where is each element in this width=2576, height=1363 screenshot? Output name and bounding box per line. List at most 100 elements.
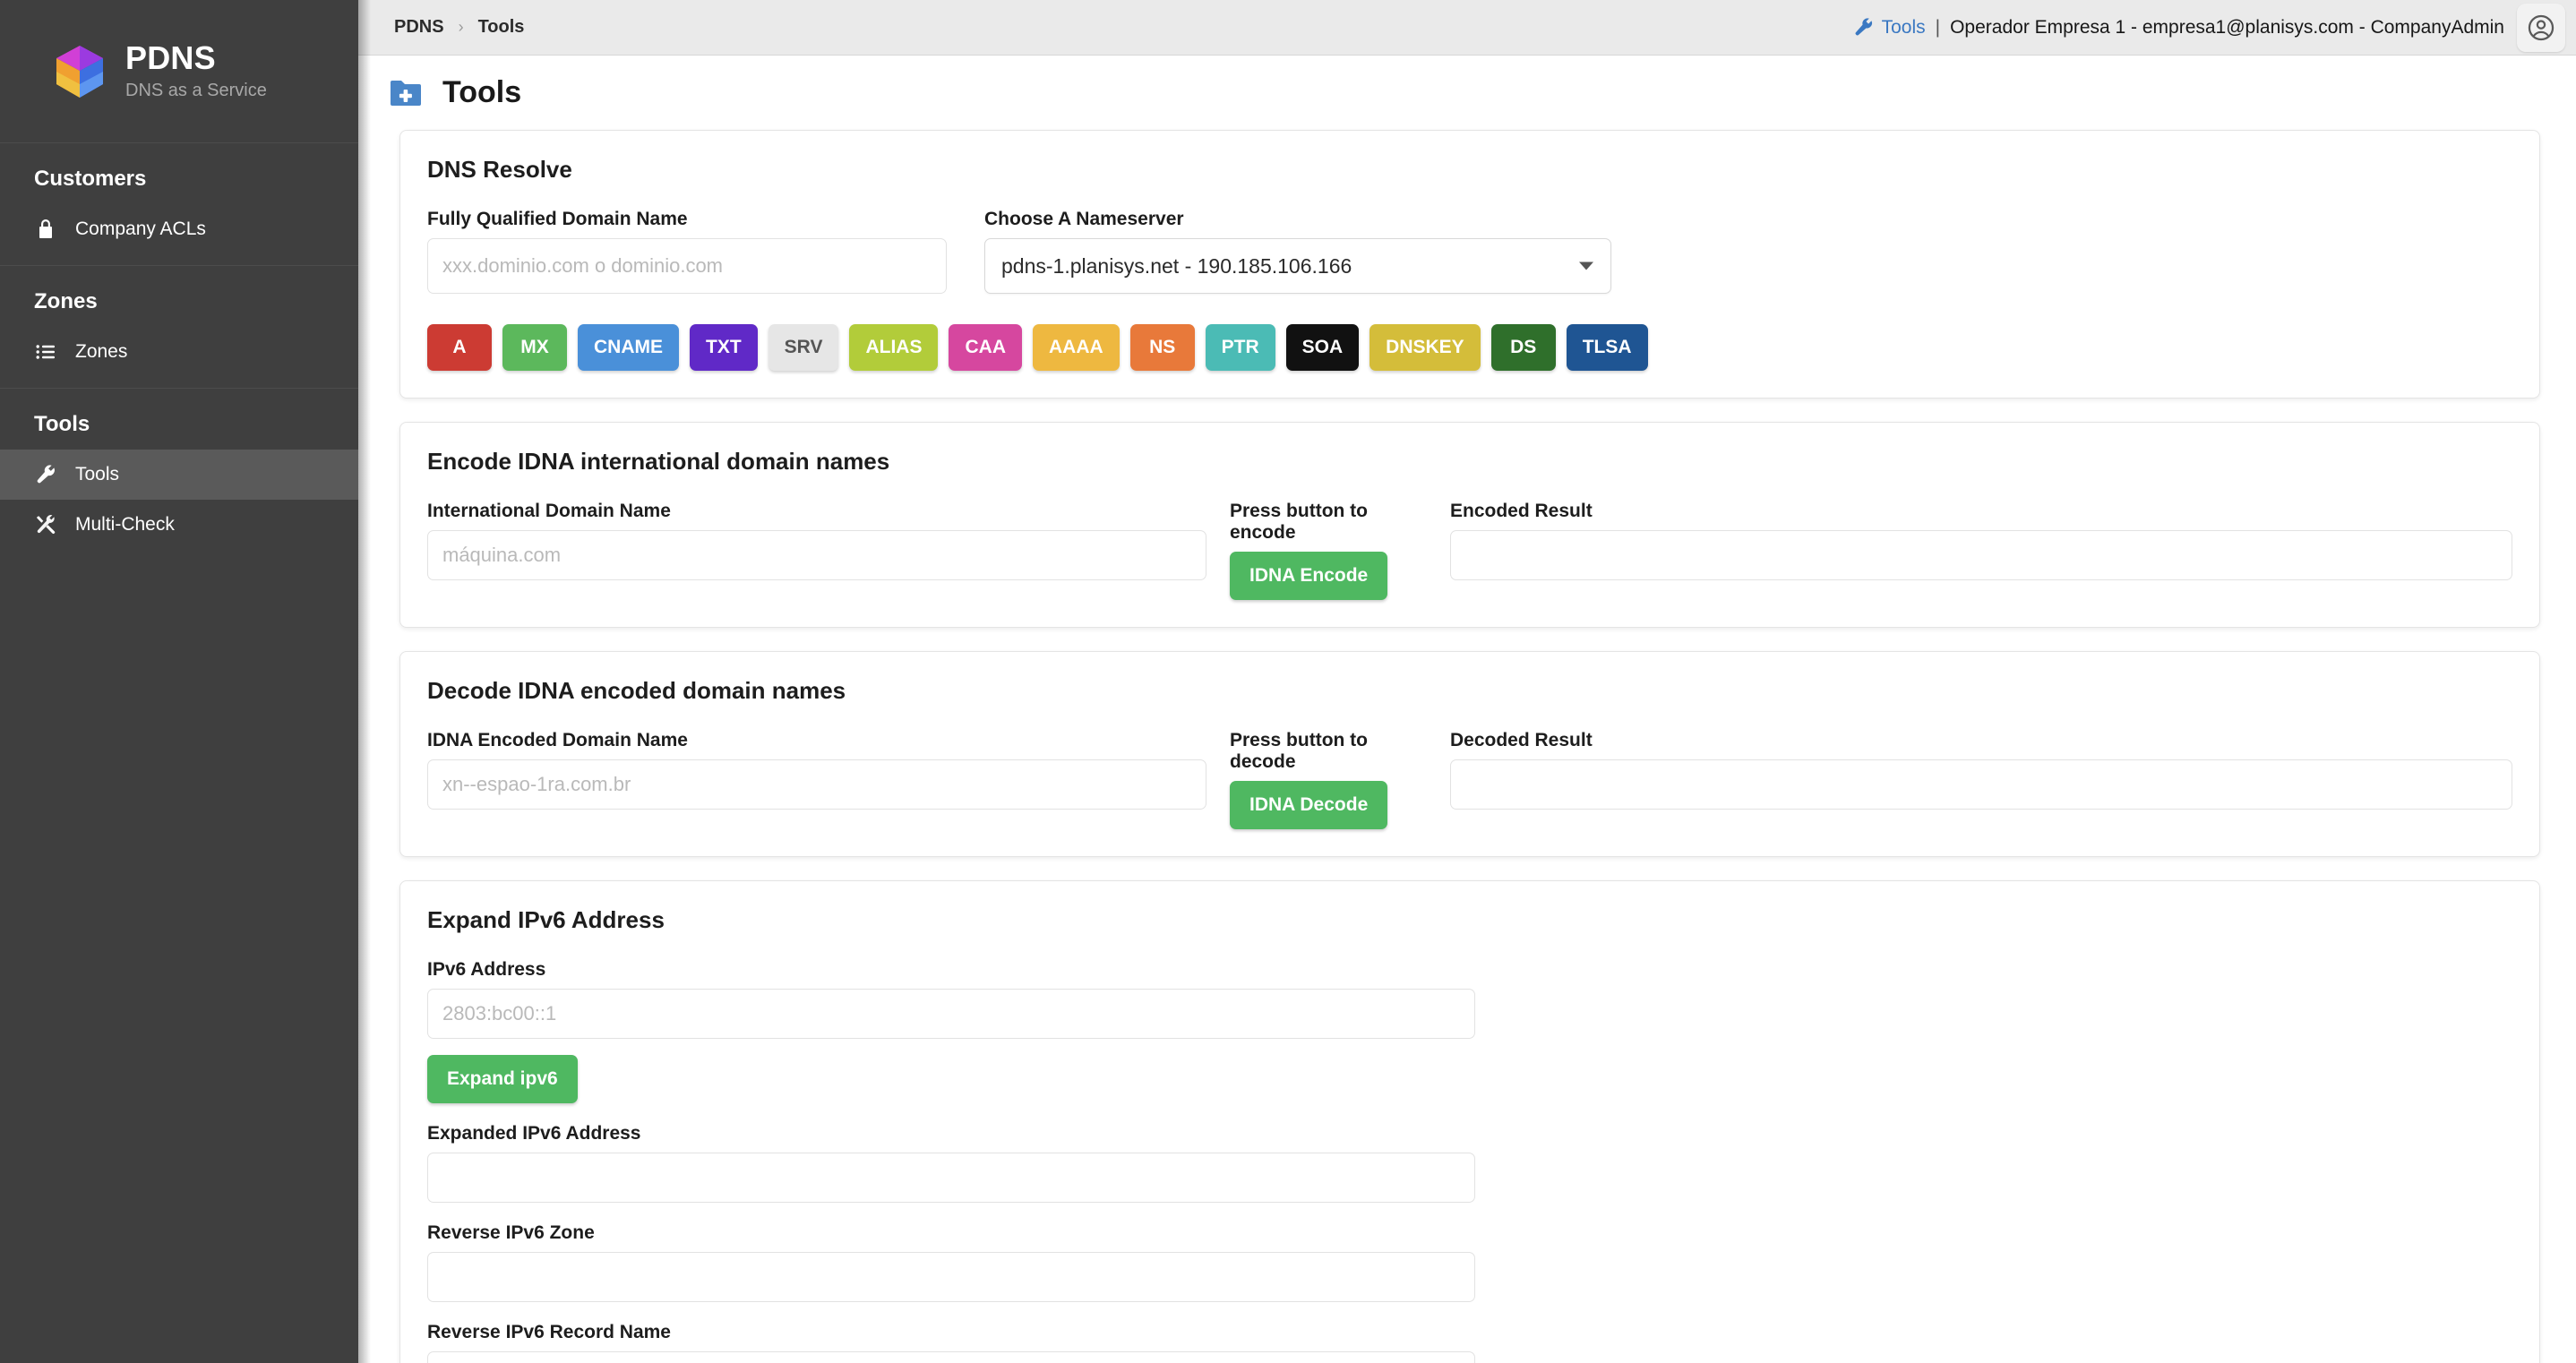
breadcrumb: PDNS › Tools (394, 17, 524, 38)
expand-ipv6-title: Expand IPv6 Address (427, 906, 2512, 934)
user-session-info: Tools | Operador Empresa 1 - empresa1@pl… (1853, 17, 2504, 39)
wrench-icon (34, 463, 57, 486)
page-title: Tools (442, 75, 521, 110)
ipv6-reverse-record-label: Reverse IPv6 Record Name (427, 1322, 1475, 1343)
wrench-icon (1853, 17, 1874, 38)
record-type-button-txt[interactable]: TXT (690, 324, 758, 371)
idna-encode-button-group: Press button to encode IDNA Encode (1230, 501, 1427, 600)
nav-heading-customers: Customers (0, 143, 358, 204)
sidebar-item-tools[interactable]: Tools (0, 450, 358, 500)
idna-encode-input-group: International Domain Name (427, 501, 1206, 580)
cube-logo-icon (54, 44, 106, 99)
page-header: Tools (358, 56, 2576, 130)
breadcrumb-root[interactable]: PDNS (394, 17, 444, 38)
idna-encode-card: Encode IDNA international domain names I… (399, 422, 2540, 628)
record-type-button-srv[interactable]: SRV (769, 324, 839, 371)
nameserver-label: Choose A Nameserver (984, 209, 1611, 230)
ipv6-address-input[interactable] (427, 989, 1475, 1039)
lock-icon (34, 218, 57, 241)
idna-decode-result-label: Decoded Result (1450, 730, 2512, 751)
sidebar-item-label: Zones (75, 341, 127, 363)
idna-encode-result-label: Encoded Result (1450, 501, 2512, 522)
record-type-button-a[interactable]: A (427, 324, 492, 371)
ipv6-reverse-record-group: Reverse IPv6 Record Name (427, 1322, 1475, 1363)
nav-heading-tools: Tools (0, 389, 358, 450)
record-type-button-aaaa[interactable]: AAAA (1033, 324, 1120, 371)
idna-encode-input[interactable] (427, 530, 1206, 580)
app-root: PDNS DNS as a Service Customers Company … (0, 0, 2576, 1363)
ipv6-address-group: IPv6 Address (427, 959, 1475, 1039)
fqdn-input[interactable] (427, 238, 947, 294)
idna-decode-result-field[interactable] (1450, 759, 2512, 810)
ipv6-expanded-label: Expanded IPv6 Address (427, 1123, 1475, 1144)
idna-decode-title: Decode IDNA encoded domain names (427, 677, 2512, 705)
topbar: PDNS › Tools Tools | Operador Empresa 1 … (358, 0, 2576, 56)
record-type-button-tlsa[interactable]: TLSA (1567, 324, 1648, 371)
record-type-button-ptr[interactable]: PTR (1206, 324, 1275, 371)
topbar-user-text: Operador Empresa 1 - empresa1@planisys.c… (1950, 17, 2504, 39)
chevron-right-icon: › (459, 18, 464, 37)
record-type-button-soa[interactable]: SOA (1286, 324, 1360, 371)
sidebar-item-label: Tools (75, 464, 119, 485)
idna-encode-input-label: International Domain Name (427, 501, 1206, 522)
ipv6-reverse-record-field[interactable] (427, 1351, 1475, 1363)
nav-heading-zones: Zones (0, 266, 358, 327)
nav-group-customers: Customers Company ACLs (0, 143, 358, 266)
idna-decode-input-label: IDNA Encoded Domain Name (427, 730, 1206, 751)
idna-decode-button-caption: Press button to decode (1230, 730, 1427, 773)
sidebar-item-company-acls[interactable]: Company ACLs (0, 204, 358, 254)
breadcrumb-current[interactable]: Tools (478, 17, 525, 38)
idna-decode-input-group: IDNA Encoded Domain Name (427, 730, 1206, 810)
record-type-button-alias[interactable]: ALIAS (849, 324, 938, 371)
idna-decode-button[interactable]: IDNA Decode (1230, 781, 1387, 829)
brand-subtitle: DNS as a Service (125, 79, 267, 102)
idna-encode-button-caption: Press button to encode (1230, 501, 1427, 544)
main-area: PDNS › Tools Tools | Operador Empresa 1 … (358, 0, 2576, 1363)
idna-encode-result-group: Encoded Result (1450, 501, 2512, 580)
fqdn-label: Fully Qualified Domain Name (427, 209, 947, 230)
idna-encode-button[interactable]: IDNA Encode (1230, 552, 1387, 600)
brand-title: PDNS (125, 40, 267, 76)
record-type-button-caa[interactable]: CAA (949, 324, 1022, 371)
user-circle-icon[interactable] (2517, 4, 2565, 52)
sidebar-item-label: Company ACLs (75, 219, 206, 240)
list-icon (34, 340, 57, 364)
ipv6-address-label: IPv6 Address (427, 959, 1475, 981)
record-type-button-dnskey[interactable]: DNSKEY (1370, 324, 1481, 371)
sidebar-item-zones[interactable]: Zones (0, 327, 358, 377)
ipv6-expanded-field[interactable] (427, 1153, 1475, 1203)
record-type-button-cname[interactable]: CNAME (578, 324, 679, 371)
idna-encode-row: International Domain Name Press button t… (427, 501, 2512, 600)
idna-decode-input[interactable] (427, 759, 1206, 810)
expand-ipv6-card: Expand IPv6 Address IPv6 Address Expand … (399, 880, 2540, 1363)
idna-decode-result-group: Decoded Result (1450, 730, 2512, 810)
ipv6-expanded-group: Expanded IPv6 Address (427, 1123, 1475, 1203)
record-type-button-ds[interactable]: DS (1491, 324, 1556, 371)
tools-icon (34, 513, 57, 536)
record-type-buttons: AMXCNAMETXTSRVALIASCAAAAAANSPTRSOADNSKEY… (427, 324, 2512, 371)
topbar-right: Tools | Operador Empresa 1 - empresa1@pl… (1853, 4, 2565, 52)
idna-encode-title: Encode IDNA international domain names (427, 448, 2512, 476)
expand-ipv6-button[interactable]: Expand ipv6 (427, 1055, 578, 1103)
record-type-button-mx[interactable]: MX (502, 324, 567, 371)
nameserver-field-group: Choose A Nameserver pdns-1.planisys.net … (984, 209, 1611, 294)
nameserver-select[interactable]: pdns-1.planisys.net - 190.185.106.166 (984, 238, 1611, 294)
topbar-separator: | (1934, 17, 1942, 39)
ipv6-reverse-zone-field[interactable] (427, 1252, 1475, 1302)
topbar-tools-link[interactable]: Tools (1882, 17, 1926, 39)
dns-resolve-card: DNS Resolve Fully Qualified Domain Name … (399, 130, 2540, 399)
sidebar-item-label: Multi-Check (75, 514, 175, 536)
dns-resolve-title: DNS Resolve (427, 156, 2512, 184)
record-type-button-ns[interactable]: NS (1130, 324, 1195, 371)
idna-decode-row: IDNA Encoded Domain Name Press button to… (427, 730, 2512, 829)
idna-encode-result-field[interactable] (1450, 530, 2512, 580)
fqdn-field-group: Fully Qualified Domain Name (427, 209, 947, 294)
ipv6-reverse-zone-group: Reverse IPv6 Zone (427, 1222, 1475, 1302)
brand-header[interactable]: PDNS DNS as a Service (0, 0, 358, 143)
sidebar: PDNS DNS as a Service Customers Company … (0, 0, 358, 1363)
nav-group-tools: Tools Tools Multi-Check (0, 389, 358, 561)
dns-resolve-inputs-row: Fully Qualified Domain Name Choose A Nam… (427, 209, 2512, 294)
ipv6-reverse-zone-label: Reverse IPv6 Zone (427, 1222, 1475, 1244)
sidebar-item-multi-check[interactable]: Multi-Check (0, 500, 358, 550)
page-content: Tools DNS Resolve Fully Qualified Domain… (358, 56, 2576, 1363)
